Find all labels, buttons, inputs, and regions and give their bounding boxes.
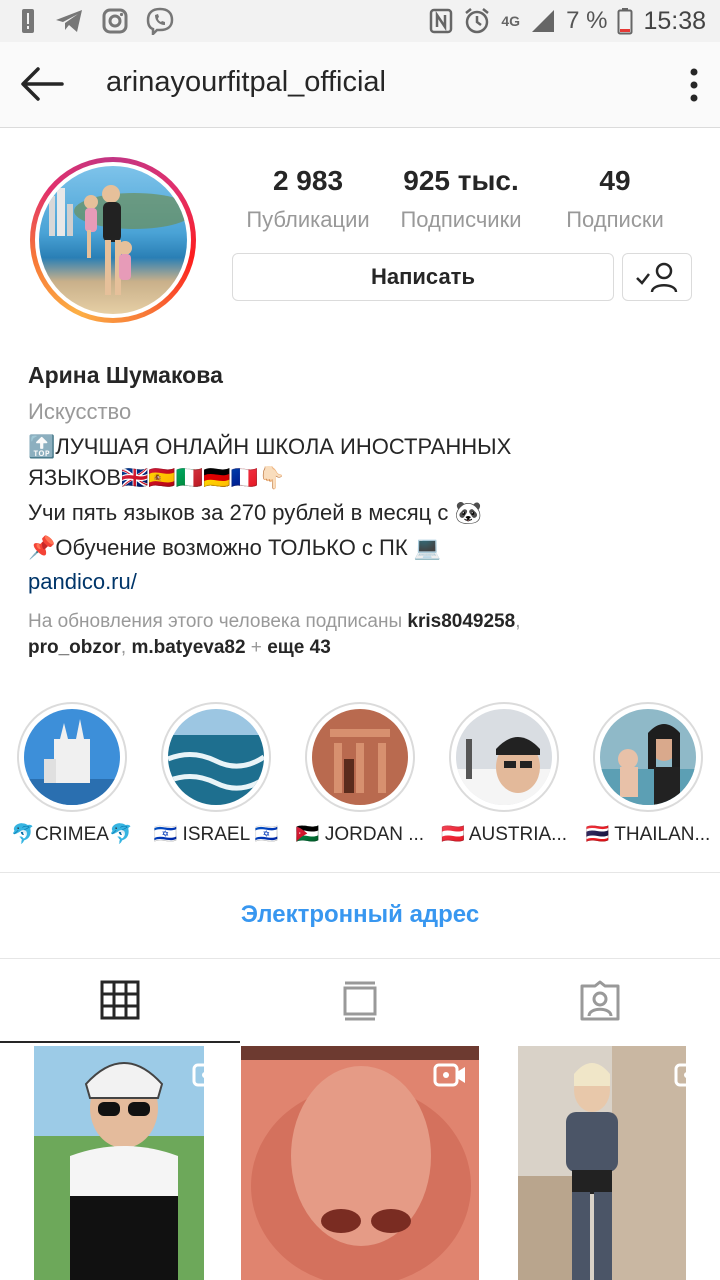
- stat-followers[interactable]: 925 тыс. Подписчики: [388, 165, 534, 233]
- battery-percent: 7 %: [566, 7, 608, 34]
- following-count: 49: [599, 165, 631, 196]
- profile-tabs: [0, 958, 720, 1043]
- message-button[interactable]: Написать: [232, 253, 614, 301]
- feed-icon: [343, 981, 377, 1021]
- video-icon: [674, 1063, 706, 1087]
- highlight-thailand-label: 🇹🇭 THAILAN...: [585, 824, 711, 845]
- highlight-austria-cover: [456, 709, 552, 805]
- more-vertical-icon: [690, 68, 698, 102]
- alarm-icon: [465, 8, 490, 34]
- avatar-photo: [39, 166, 187, 314]
- post-thumbnail[interactable]: [482, 1046, 720, 1280]
- status-bar: 4G 7 % 15:38: [0, 0, 720, 42]
- highlight-israel[interactable]: 🇮🇱 ISRAEL 🇮🇱: [144, 702, 288, 846]
- email-contact-button[interactable]: Электронный адрес: [0, 874, 720, 956]
- grid-icon: [100, 980, 140, 1020]
- followed-by-prefix: На обновления этого человека подписаны: [28, 611, 408, 632]
- highlight-austria[interactable]: 🇦🇹 AUSTRIA...: [432, 702, 576, 846]
- posts-label: Публикации: [246, 207, 370, 232]
- followers-label: Подписчики: [400, 207, 522, 232]
- back-arrow-icon: [21, 67, 64, 101]
- tagged-icon: [580, 980, 620, 1021]
- followed-by-sep-3: +: [245, 637, 268, 658]
- followed-by-more: еще 43: [267, 637, 331, 658]
- telegram-icon: [56, 10, 82, 32]
- viber-icon: [146, 7, 174, 35]
- following-label: Подписки: [566, 207, 664, 232]
- profile-category: Искусство: [28, 399, 132, 424]
- instagram-icon: [102, 8, 128, 34]
- followed-by-sep-2: ,: [120, 637, 132, 658]
- highlight-jordan[interactable]: 🇯🇴 JORDAN ...: [288, 702, 432, 846]
- highlight-crimea-cover: [24, 709, 120, 805]
- tab-grid[interactable]: [0, 959, 240, 1043]
- section-divider: [0, 872, 720, 873]
- nfc-icon: [430, 8, 453, 34]
- followed-check-icon: [636, 262, 678, 293]
- bio-website-link[interactable]: pandico.ru/: [28, 569, 698, 595]
- profile-bio: Арина Шумакова Искусство 🔝ЛУЧШАЯ ОНЛАЙН …: [28, 362, 698, 661]
- video-icon: [433, 1063, 465, 1087]
- back-button[interactable]: [18, 64, 66, 104]
- post-thumbnail[interactable]: [0, 1046, 238, 1280]
- battery-icon: [617, 8, 633, 35]
- video-icon: [192, 1063, 224, 1087]
- highlight-jordan-label: 🇯🇴 JORDAN ...: [295, 824, 425, 845]
- posts-count: 2 983: [272, 165, 344, 196]
- highlight-thailand[interactable]: 🇹🇭 THAILAN...: [576, 702, 720, 846]
- highlight-israel-cover: [168, 709, 264, 805]
- followed-by-user-1: kris8049258: [407, 611, 516, 632]
- highlight-crimea[interactable]: 🐬CRIMEA🐬: [0, 702, 144, 846]
- highlight-austria-label: 🇦🇹 AUSTRIA...: [440, 824, 568, 845]
- bio-line-1: 🔝ЛУЧШАЯ ОНЛАЙН ШКОЛА ИНОСТРАННЫХ: [28, 434, 512, 459]
- notification-icon: [22, 9, 34, 33]
- post-thumbnail[interactable]: [241, 1046, 479, 1280]
- stat-following[interactable]: 49 Подписки: [554, 165, 676, 233]
- profile-full-name: Арина Шумакова: [28, 362, 223, 388]
- bio-line-2: ЯЗЫКОВ🇬🇧🇪🇸🇮🇹🇩🇪🇫🇷👇🏻: [28, 465, 286, 490]
- story-highlights: 🐬CRIMEA🐬 🇮🇱 ISRAEL 🇮🇱 🇯🇴 JORDAN ... 🇦🇹 A…: [0, 702, 720, 852]
- followed-by-sep-1: ,: [515, 611, 521, 632]
- following-toggle-button[interactable]: [622, 253, 692, 301]
- clock: 15:38: [643, 6, 706, 35]
- followed-by-text[interactable]: На обновления этого человека подписаны k…: [28, 609, 698, 661]
- stat-posts[interactable]: 2 983 Публикации: [236, 165, 380, 233]
- highlight-thailand-cover: [600, 709, 696, 805]
- bio-line-3: Учи пять языков за 270 рублей в месяц с …: [28, 500, 482, 525]
- highlight-jordan-cover: [312, 709, 408, 805]
- followed-by-user-3: m.batyeva82: [131, 637, 246, 658]
- highlight-israel-label: 🇮🇱 ISRAEL 🇮🇱: [153, 824, 279, 845]
- highlight-crimea-label: 🐬CRIMEA🐬: [11, 824, 133, 845]
- tab-feed[interactable]: [240, 959, 480, 1043]
- followers-count: 925 тыс.: [403, 165, 519, 196]
- top-app-bar: arinayourfitpal_official: [0, 42, 720, 128]
- bio-line-4: 📌Обучение возможно ТОЛЬКО с ПК 💻: [28, 535, 442, 560]
- profile-avatar[interactable]: [30, 157, 196, 323]
- signal-icon: [532, 10, 555, 32]
- tab-tagged[interactable]: [480, 959, 720, 1043]
- profile-username: arinayourfitpal_official: [106, 66, 386, 98]
- followed-by-user-2: pro_obzor: [28, 637, 121, 658]
- more-options-button[interactable]: [688, 68, 700, 102]
- posts-grid: [0, 1044, 720, 1280]
- network-type: 4G: [501, 13, 521, 29]
